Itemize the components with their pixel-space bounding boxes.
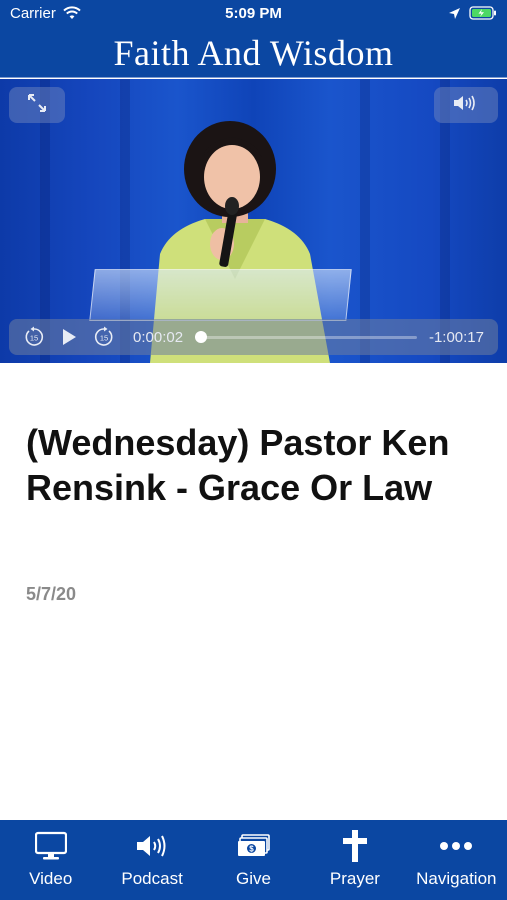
monitor-icon [0,830,101,862]
skip-back-15-button[interactable]: 15 [23,326,45,348]
volume-icon [452,94,480,117]
progress-scrubber[interactable] [195,328,417,346]
tab-label: Prayer [329,869,380,888]
tab-label: Give [236,869,271,888]
tab-navigation[interactable]: Navigation [406,820,507,900]
app-title: Faith And Wisdom [113,33,394,73]
tab-label: Video [29,869,73,888]
tab-label: Podcast [121,869,183,888]
tab-label: Navigation [416,869,497,888]
play-icon [63,329,76,345]
app-header: Carrier 5:09 PM Faith And Wisdom [0,0,507,78]
episode-title: (Wednesday) Pastor Ken Rensink - Grace O… [26,422,450,508]
header-divider [0,77,507,78]
progress-knob[interactable] [195,331,208,343]
volume-button[interactable] [434,87,498,123]
expand-arrows-icon [26,92,48,119]
location-arrow-icon [448,7,461,24]
tab-podcast[interactable]: Podcast [101,820,202,900]
video-player[interactable]: 15 15 0:00:02 -1:00:17 [0,79,507,363]
speaker-icon [101,830,202,862]
money-icon: $ [203,830,304,862]
tab-bar: Video Podcast $ Give Prayer Navigation [0,820,507,900]
glass-podium [89,269,352,321]
skip-back-icon: 15 [25,326,44,346]
tab-prayer[interactable]: Prayer [304,820,405,900]
battery-charging-icon [469,6,497,24]
svg-text:$: $ [249,844,254,853]
skip-forward-15-button[interactable]: 15 [93,326,115,348]
status-time: 5:09 PM [225,5,282,22]
more-dots-icon [406,830,507,862]
play-button[interactable] [59,327,79,347]
progress-track [195,336,417,339]
fullscreen-button[interactable] [9,87,65,123]
tab-video[interactable]: Video [0,820,101,900]
remaining-time: -1:00:17 [428,328,484,346]
tab-give[interactable]: $ Give [203,820,304,900]
cross-icon [304,830,405,862]
status-bar: Carrier 5:09 PM [0,0,507,28]
skip-forward-icon: 15 [94,326,113,346]
skip-back-seconds: 15 [30,334,38,343]
skip-forward-seconds: 15 [100,334,108,343]
playback-controls: 15 15 0:00:02 -1:00:17 [9,319,498,355]
episode-date: 5/7/20 [26,584,77,604]
current-time: 0:00:02 [133,328,184,346]
